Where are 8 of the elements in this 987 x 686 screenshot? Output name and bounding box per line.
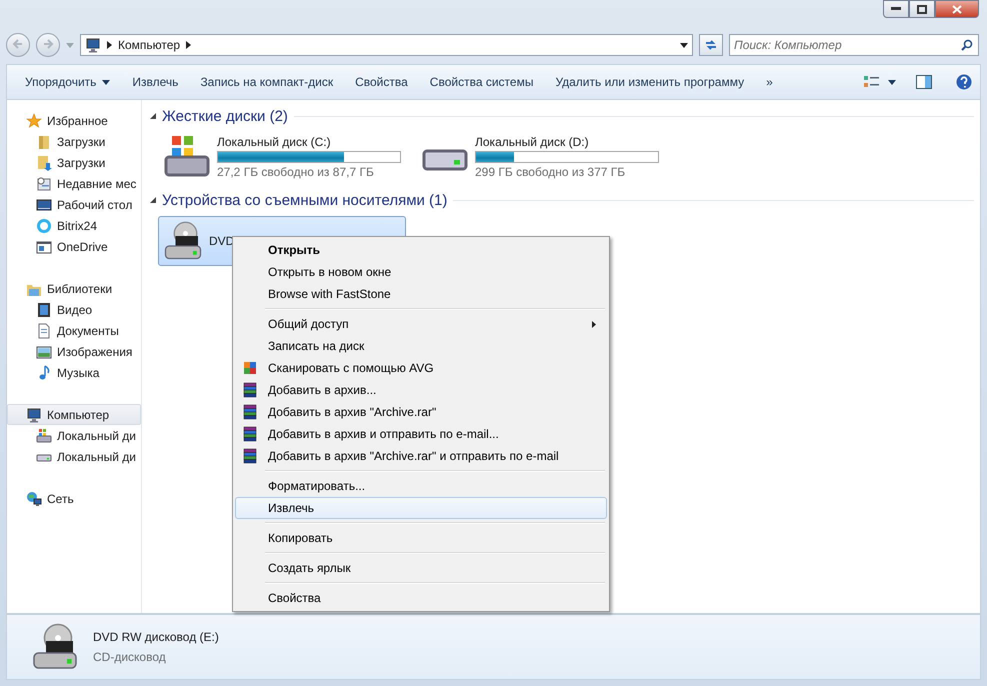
drive-name: Локальный диск (C:) bbox=[217, 135, 332, 149]
free-space: 299 ГБ свободно из 377 ГБ bbox=[475, 165, 626, 179]
drive-name: Локальный диск (D:) bbox=[475, 135, 590, 149]
group-header: Жесткие диски (2) bbox=[162, 108, 288, 124]
drive-name: DVD RW дисковод (E:) bbox=[93, 630, 219, 644]
drive-type: CD-дисковод bbox=[93, 650, 167, 664]
free-space: 27,2 ГБ свободно из 87,7 ГБ bbox=[217, 165, 375, 179]
group-header: Устройства со съемными носителями (1) bbox=[162, 192, 448, 208]
